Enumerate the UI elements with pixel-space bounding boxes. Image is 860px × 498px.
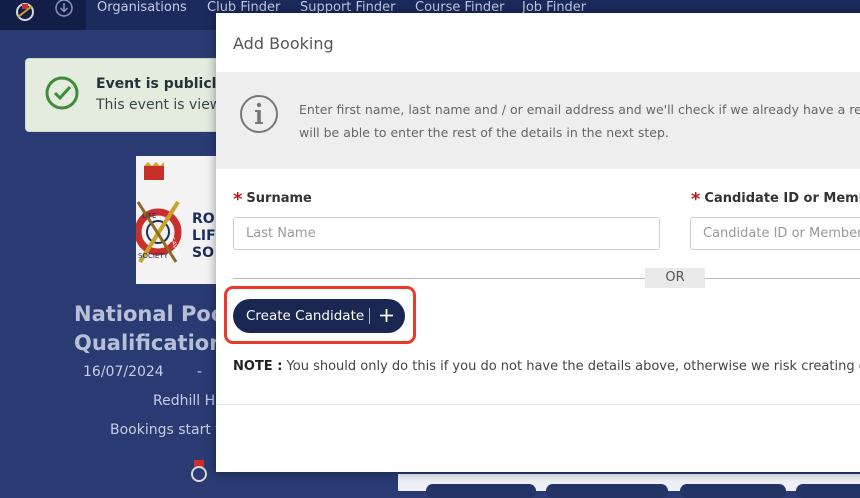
create-candidate-label: Create Candidate — [246, 308, 365, 324]
modal-title: Add Booking — [233, 34, 334, 53]
note-label: NOTE : — [233, 359, 283, 374]
org-name-line-1: RO — [192, 211, 215, 227]
candidate-id-label: * Candidate ID or Membe — [691, 189, 860, 210]
button-separator — [369, 308, 370, 324]
plus-icon — [380, 309, 393, 322]
crest-text-society: SOCIETY — [138, 252, 169, 260]
info-box: Enter first name, last name and / or ema… — [216, 72, 860, 169]
event-date-separator: - — [197, 364, 203, 380]
modal-footer-divider — [216, 404, 860, 405]
add-booking-modal: Add Booking Enter first name, last name … — [216, 13, 860, 472]
event-date: 16/07/2024 — [83, 364, 164, 380]
event-title: National Pool Qualification — [74, 300, 232, 358]
bottom-pill-button[interactable] — [546, 484, 668, 498]
event-bookings-start: Bookings start f — [110, 422, 221, 438]
info-text: Enter first name, last name and / or ema… — [299, 98, 860, 144]
surname-label: * Surname — [233, 189, 312, 210]
alert-title: Event is publicly — [96, 76, 226, 92]
required-marker: * — [233, 189, 243, 210]
or-divider-line — [233, 278, 860, 279]
nav-logo-area — [0, 0, 86, 32]
candidate-id-label-text: Candidate ID or Membe — [704, 191, 860, 206]
info-icon — [240, 95, 278, 133]
organisation-logo: LIFE SAVING SOCIETY RO LIF SO — [136, 156, 226, 284]
nav-item-organisations[interactable]: Organisations — [97, 0, 187, 15]
info-text-line-2: will be able to enter the rest of the de… — [299, 125, 669, 140]
required-marker: * — [691, 189, 701, 210]
lifesaving-crest-icon: LIFE SAVING SOCIETY — [136, 162, 183, 264]
rlss-crest-icon[interactable] — [14, 1, 36, 21]
bottom-pill-button[interactable] — [680, 484, 786, 498]
crest-text-life: LIFE — [142, 212, 156, 220]
create-candidate-button[interactable]: Create Candidate — [233, 299, 405, 333]
or-divider-label: OR — [645, 268, 705, 288]
rlss-footer-icon — [191, 460, 207, 482]
org-name-line-2: LIF — [192, 228, 216, 244]
org-name-line-3: SO — [192, 245, 214, 261]
surname-input[interactable] — [233, 217, 660, 250]
check-circle-icon — [45, 76, 79, 110]
note-body: You should only do this if you do not ha… — [282, 359, 860, 374]
bottom-pill-button[interactable] — [796, 484, 860, 498]
event-title-line-1: National Pool — [74, 302, 233, 326]
alert-text: This event is view — [96, 97, 222, 113]
surname-label-text: Surname — [246, 191, 312, 206]
event-title-line-2: Qualification — [74, 331, 225, 355]
note-text: NOTE : You should only do this if you do… — [233, 359, 860, 374]
bottom-pill-button[interactable] — [426, 484, 536, 498]
info-text-line-1: Enter first name, last name and / or ema… — [299, 102, 860, 117]
download-icon[interactable] — [54, 0, 74, 20]
event-venue: Redhill H — [153, 393, 216, 409]
candidate-id-input[interactable] — [690, 217, 860, 250]
publish-status-alert: Event is publicly This event is view — [25, 58, 227, 132]
